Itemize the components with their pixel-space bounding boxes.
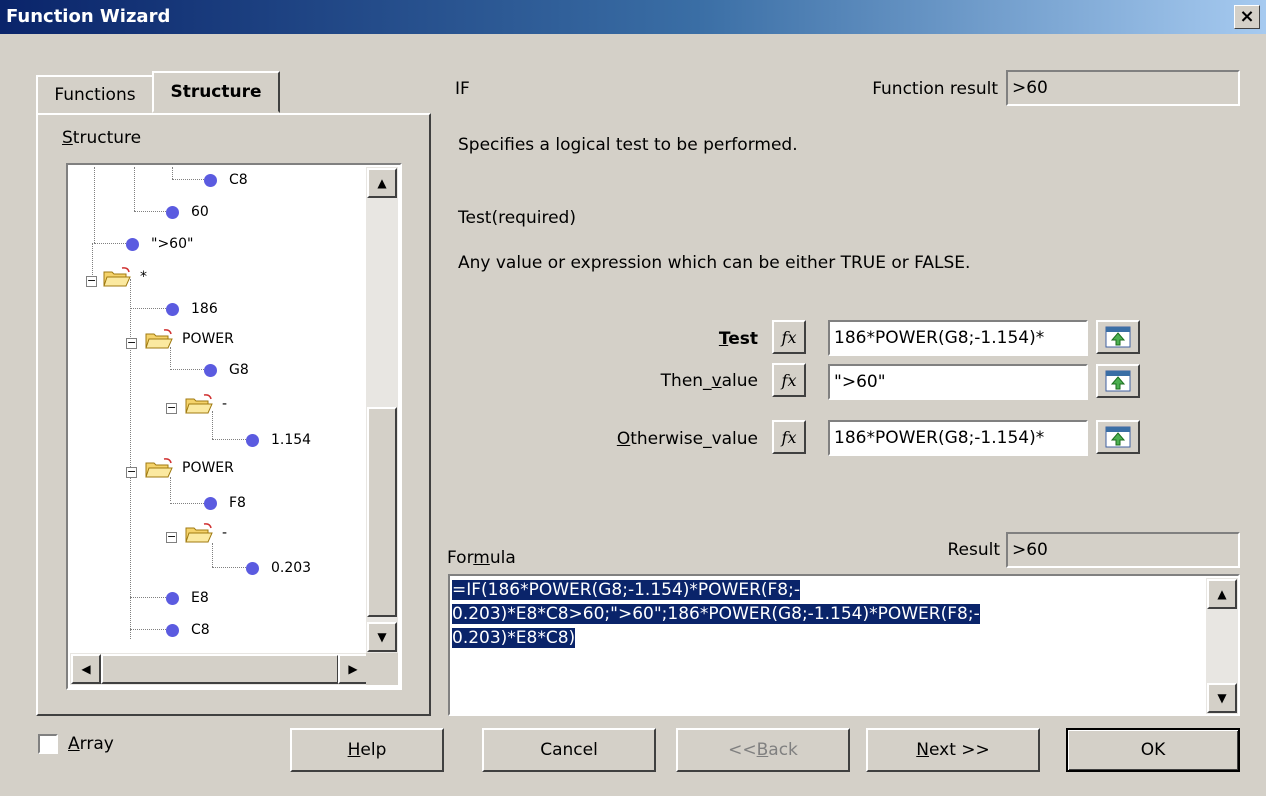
open-folder-icon [145,458,173,478]
open-folder-icon [103,267,131,287]
leaf-icon [204,496,217,510]
array-label: Array [68,734,114,754]
arg-test-input[interactable]: 186*POWER(G8;-1.154)* [828,320,1088,356]
tree-item[interactable]: POWER [144,458,234,478]
formula-editor[interactable]: =IF(186*POWER(G8;-1.154)*POWER(F8;- 0.20… [448,574,1240,716]
tree-item[interactable]: 60 [166,202,209,222]
formula-result-label: Result [947,540,1000,560]
scroll-corner [366,653,398,685]
scroll-left-icon[interactable]: ◀ [71,654,101,684]
tree-item[interactable]: C8 [204,170,248,190]
open-folder-icon [185,394,213,414]
tab-structure[interactable]: Structure [152,71,280,113]
tree-item[interactable]: - [184,523,227,543]
collapse-icon[interactable]: − [166,531,177,543]
structure-tree[interactable]: C8 60 ">60" − * 186 − POWER G8 − - 1.154… [66,163,402,690]
tree-item[interactable]: - [184,394,227,414]
next-button[interactable]: Next >> [866,728,1040,772]
ok-button[interactable]: OK [1066,728,1240,772]
shrink-icon[interactable] [1096,364,1140,398]
scroll-up-icon[interactable]: ▲ [367,168,397,198]
scroll-right-icon[interactable]: ▶ [338,654,368,684]
arg-otherwise-input[interactable]: 186*POWER(G8;-1.154)* [828,420,1088,456]
tree-item[interactable]: ">60" [126,234,193,254]
formula-line-1: =IF(186*POWER(G8;-1.154)*POWER(F8;- [452,580,800,600]
formula-label: Formula [447,548,516,568]
formula-line-2: 0.203)*E8*C8>60;">60";186*POWER(G8;-1.15… [452,604,980,624]
tab-functions-label: Functions [54,85,136,105]
structure-label: Structure [62,128,142,148]
arg-otherwise-label: Otherwise_value [616,429,758,449]
tree-vertical-scrollbar[interactable]: ▲ ▼ [366,167,398,653]
shrink-icon[interactable] [1096,420,1140,454]
function-result-field: >60 [1006,70,1240,106]
window-title: Function Wizard [6,6,171,27]
tab-functions[interactable]: Functions [36,75,154,113]
leaf-icon [166,205,179,219]
open-folder-icon [185,523,213,543]
formula-result-field: >60 [1006,532,1240,568]
tree-item[interactable]: 186 [166,299,218,319]
back-button[interactable]: << Back [676,728,850,772]
leaf-icon [166,591,179,605]
fx-icon[interactable]: fx [772,420,806,454]
formula-scrollbar[interactable]: ▲ ▼ [1206,578,1238,714]
hscroll-thumb[interactable] [101,654,339,684]
formula-text[interactable]: =IF(186*POWER(G8;-1.154)*POWER(F8;- 0.20… [452,578,1197,650]
help-button[interactable]: Help [290,728,444,772]
scroll-up-icon[interactable]: ▲ [1207,579,1237,609]
scroll-down-icon[interactable]: ▼ [1207,683,1237,713]
tree-item[interactable]: 1.154 [246,430,311,450]
tree-item[interactable]: F8 [204,493,246,513]
fx-icon[interactable]: fx [772,320,806,354]
tree-horizontal-scrollbar[interactable]: ◀ ▶ [70,653,368,685]
arg-then-input[interactable]: ">60" [828,364,1088,400]
title-bar: Function Wizard × [0,0,1266,34]
shrink-icon[interactable] [1096,320,1140,354]
collapse-icon[interactable]: − [126,466,137,478]
tree-item[interactable]: G8 [204,360,249,380]
close-icon[interactable]: × [1234,5,1260,29]
array-checkbox[interactable] [38,734,58,754]
tree-item[interactable]: E8 [166,588,209,608]
function-name: IF [455,79,470,99]
leaf-icon [246,561,259,575]
arg-test-label: Test [718,329,758,349]
leaf-icon [204,173,217,187]
leaf-icon [126,237,139,251]
leaf-icon [166,623,179,637]
cancel-button[interactable]: Cancel [482,728,656,772]
tree-item[interactable]: 0.203 [246,558,311,578]
open-folder-icon [145,329,173,349]
tab-structure-label: Structure [170,82,262,102]
tree-content: C8 60 ">60" − * 186 − POWER G8 − - 1.154… [70,167,366,653]
leaf-icon [204,363,217,377]
collapse-icon[interactable]: − [126,337,137,349]
scroll-down-icon[interactable]: ▼ [367,622,397,652]
parameter-title: Test(required) [458,208,576,228]
tree-item[interactable]: POWER [144,329,234,349]
fx-icon[interactable]: fx [772,363,806,397]
leaf-icon [246,433,259,447]
parameter-description: Any value or expression which can be eit… [458,253,971,273]
collapse-icon[interactable]: − [86,275,97,287]
tree-item[interactable]: C8 [166,620,210,640]
arg-then-label: Then_value [660,371,758,391]
function-result-label: Function result [872,79,998,99]
formula-line-3: 0.203)*E8*C8) [452,628,576,648]
scroll-thumb[interactable] [367,407,397,617]
leaf-icon [166,302,179,316]
tree-item[interactable]: * [102,267,147,287]
function-description: Specifies a logical test to be performed… [458,135,798,155]
collapse-icon[interactable]: − [166,402,177,414]
